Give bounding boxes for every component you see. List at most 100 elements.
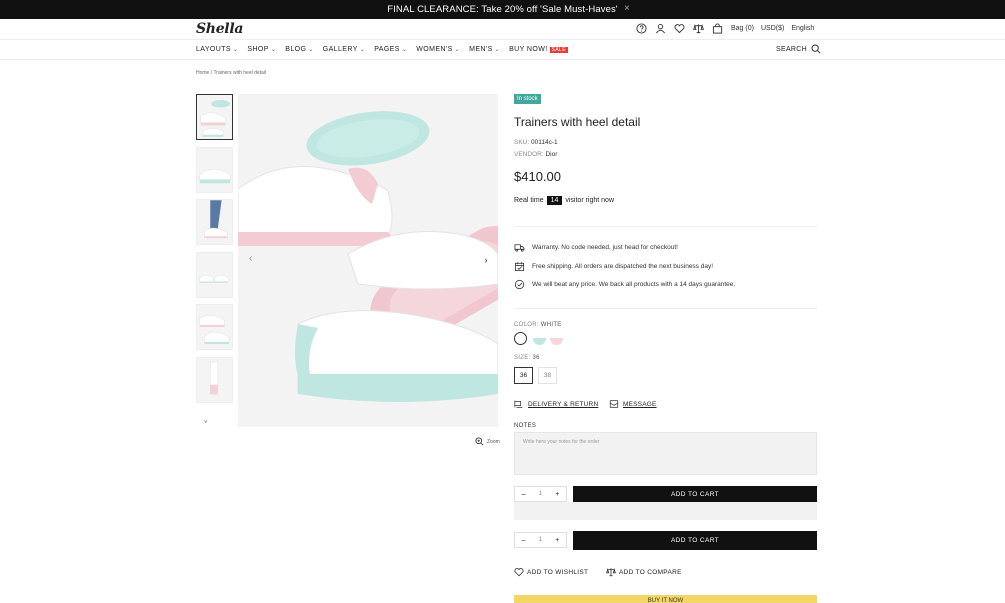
sku-row: SKU: 00114c-1 [514,139,558,146]
realtime-visitors: Real time 14 visitor right now [514,196,615,205]
chevron-down-icon: ⌄ [359,47,366,53]
increase-quantity-button[interactable]: + [555,491,559,498]
nav-item-pages[interactable]: PAGES ⌄ [374,46,407,53]
sku-value: 00114c-1 [530,139,558,146]
search-label: SEARCH [776,45,807,53]
add-to-cart-button-sticky[interactable]: ADD TO CART [573,531,817,550]
bag-icon[interactable] [712,23,723,34]
message-link[interactable]: MESSAGE [609,399,657,409]
search-button[interactable]: SEARCH [776,44,821,54]
main-nav: LAYOUTS ⌄ SHOP ⌄ BLOG ⌄ GALLERY ⌄ PAGES ⌄ WOM… [0,41,1005,60]
prev-image-arrow-icon[interactable]: ‹ [249,253,252,264]
divider [514,226,817,227]
perk-shipping: Free shipping. All orders are dispatched… [514,261,713,272]
chevron-down-icon: ⌄ [454,47,461,53]
compare-icon[interactable] [693,23,704,34]
size-label: SIZE: 36 [514,355,540,361]
nav-item-mens[interactable]: MEN'S ⌄ [469,46,500,53]
thumbnail-3[interactable] [196,199,233,245]
breadcrumb-current: Trainers with heel detail [213,70,267,76]
header: Shella Bag (0) USD($) English [0,19,1005,40]
quantity-value[interactable]: 1 [539,537,542,543]
calendar-icon [514,262,525,272]
currency-selector[interactable]: USD($) [761,25,784,32]
vendor-row: VENDOR: Dior [514,151,558,158]
bag-label[interactable]: Bag (0) [731,25,754,32]
visitor-count: 14 [546,196,563,205]
heart-icon[interactable] [674,23,685,34]
add-to-cart-button[interactable]: ADD TO CART [573,486,817,502]
color-label: COLOR: WHITE [514,322,562,328]
thumbnails-more-icon[interactable]: ˅ [204,420,208,426]
help-icon[interactable] [636,23,647,34]
thumbnail-2[interactable] [196,146,233,193]
breadcrumb-separator: / [210,70,213,76]
decrease-quantity-button[interactable]: – [522,491,526,498]
notes-label: NOTES [514,423,537,429]
nav-item-buy-now[interactable]: BUY NOW! SALE [509,46,568,53]
thumbnail-1[interactable] [196,94,233,140]
chevron-down-icon: ⌄ [270,47,277,53]
thumbnail-6[interactable] [196,356,233,403]
thumbnail-5[interactable] [196,304,233,350]
buy-now-button[interactable]: BUY IT NOW [514,595,817,603]
sale-badge: SALE [549,46,568,53]
heart-icon [514,568,524,577]
divider [514,308,817,309]
search-icon [811,44,821,54]
size-option-36[interactable]: 36 [514,367,533,384]
notes-textarea[interactable]: Write here your notes for the order [514,432,817,475]
add-to-compare-button[interactable]: ADD TO COMPARE [606,567,682,577]
account-icon[interactable] [655,23,666,34]
chevron-down-icon: ⌄ [308,47,314,53]
compare-icon [606,568,616,577]
quantity-stepper[interactable]: – 1 + [514,486,567,502]
size-value: 36 [532,355,540,361]
close-icon[interactable]: × [624,3,630,14]
product-title: Trainers with heel detail [514,115,641,129]
color-swatch-mint[interactable] [533,332,546,345]
cart-extra-area [514,502,817,520]
message-icon [609,400,619,408]
color-value: WHITE [540,322,562,328]
delivery-return-link[interactable]: DELIVERY & RETURN [514,399,598,409]
nav-item-gallery[interactable]: GALLERY ⌄ [323,46,365,53]
add-to-wishlist-button[interactable]: ADD TO WISHLIST [514,567,588,577]
product-price: $410.00 [514,169,561,184]
vendor-value[interactable]: Dior [545,151,557,158]
chevron-down-icon: ⌄ [401,47,408,53]
quantity-stepper-sticky[interactable]: – 1 + [514,532,567,548]
announcement-bar: FINAL CLEARANCE: Take 20% off 'Sale Must… [0,0,1005,19]
logo[interactable]: Shella [196,21,243,37]
nav-item-layouts[interactable]: LAYOUTS ⌄ [196,46,238,53]
delivery-icon [514,400,523,408]
chevron-down-icon: ⌄ [232,47,239,53]
perk-price: We will beat any price. We back all prod… [514,279,735,290]
nav-item-shop[interactable]: SHOP ⌄ [247,46,276,53]
next-image-arrow-icon[interactable]: › [478,252,494,268]
nav-item-blog[interactable]: BLOG ⌄ [285,46,314,53]
thumbnail-list [196,94,233,409]
zoom-label: Zoom [487,438,500,445]
color-swatch-pink[interactable] [550,332,563,345]
breadcrumb-home[interactable]: Home [196,70,209,76]
size-option-38[interactable]: 38 [538,367,557,384]
increase-quantity-button[interactable]: + [555,537,559,544]
quantity-value[interactable]: 1 [539,491,542,497]
thumbnail-4[interactable] [196,251,233,298]
perk-warranty: Warranty. No code needed, just head for … [514,242,678,253]
product-main-image[interactable] [238,94,498,427]
header-icons: Bag (0) USD($) English [636,23,821,34]
check-circle-icon [514,279,525,290]
color-swatch-white[interactable] [514,332,527,345]
stock-badge: In stock [514,94,541,104]
announcement-text[interactable]: FINAL CLEARANCE: Take 20% off 'Sale Must… [387,4,617,15]
zoom-button[interactable]: Zoom [475,437,500,446]
nav-item-womens[interactable]: WOMEN'S ⌄ [416,46,460,53]
decrease-quantity-button[interactable]: – [522,537,526,544]
language-selector[interactable]: English [791,25,814,32]
breadcrumb: Home / Trainers with heel detail [196,70,266,76]
zoom-icon [475,437,484,446]
truck-icon [514,244,525,252]
chevron-down-icon: ⌄ [494,47,501,53]
